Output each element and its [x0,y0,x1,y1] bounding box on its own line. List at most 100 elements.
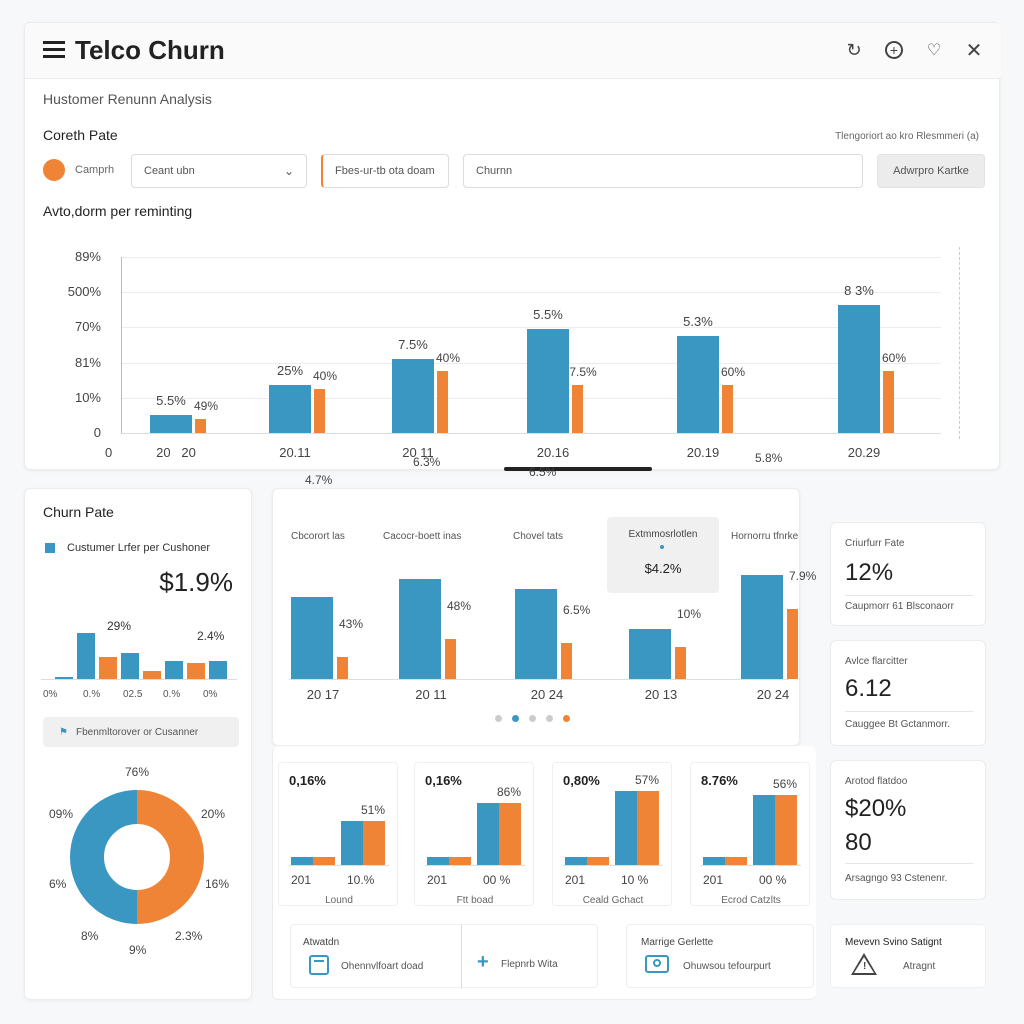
left-bar-orange [99,657,117,679]
bar-value-label: 6.3% [413,455,441,469]
x-tick-label: 20 17 [306,687,340,702]
x-tick-label: 0% [203,689,218,700]
stat-title: Arotod flatdoo [845,776,908,787]
mini-caption: Lound [325,895,353,906]
mini-right-label: 51% [361,803,386,817]
add-icon[interactable]: + [883,39,905,61]
carousel-dot[interactable] [495,715,502,722]
mini-bar-blue [615,791,637,865]
carousel-dot[interactable] [529,715,536,722]
main-bar-orange [195,419,206,433]
middle-bar-chart: 4.7% 43% 20 17 Cbcorort las 6.3% 48% 20 11 Caco… [273,451,816,709]
mini-axis [563,865,663,866]
main-bar-blue [838,305,880,433]
close-icon[interactable]: ✕ [963,39,985,62]
mini-caption: Ftt boad [456,895,494,906]
mini-bar-small-orange [587,857,609,865]
page-subtitle: Hustomer Renunn Analysis [43,91,212,107]
carousel-dot-active[interactable] [512,715,519,722]
mini-bar-blue [341,821,363,865]
stat-value: $20% [845,795,907,822]
chart-right-axis-note [959,247,969,439]
left-bar-blue [121,653,139,679]
y-tick-label: 81% [74,354,101,370]
grid-line [121,292,941,294]
footer-heading: Atwatdn [303,937,340,948]
left-big-value: $1.9% [159,567,233,597]
x-tick-label: 20.11 [279,445,311,460]
bar-value-label: 5.3% [683,314,713,329]
donut-label: 20% [201,807,226,821]
mini-bar-orange [775,795,797,865]
bar-value-label: 25% [276,363,304,378]
carousel-dots[interactable] [495,715,570,722]
footer-label: Ohuwsou tefourpurt [683,961,771,972]
main-bar-blue [392,359,434,433]
donut-label: 8% [81,929,99,943]
mini-bar-small-blue [703,857,725,865]
mini-left-label: 0,16% [289,773,326,788]
mini-right-label: 56% [773,777,798,791]
donut-slice [136,790,204,924]
bar-value-label: 60% [720,365,746,379]
dropdown-value: Ceant ubn [144,165,195,177]
x-tick-label: 20 24 [756,687,790,702]
column-header: Cbcorort las [291,531,345,542]
x-tick-label: 20 24 [530,687,564,702]
mini-bar-blue [477,803,499,865]
apply-button[interactable]: Adwrpro Kartke [877,154,985,188]
main-bar-orange [437,371,448,433]
left-bar-blue [165,661,183,679]
mini-chart-card: 0,16% 86% 201 00 % Ftt boad [414,762,534,906]
scroll-handle[interactable] [504,467,652,471]
left-bar-orange [187,663,205,679]
mid-bar-blue [629,629,671,679]
bar-value-label: 5.8% [755,451,783,465]
category-dropdown[interactable]: Ceant ubn ⌄ [131,154,307,188]
mini-bar-small-blue [291,857,313,865]
stat-value: 12% [845,559,894,586]
mini-left-label: 0,16% [425,773,462,788]
search-input[interactable]: Churnn [463,154,863,188]
footer-heading: Mevevn Svino Satignt [845,937,942,948]
bar-value-label: 49% [193,399,219,413]
left-chip[interactable]: ⚑ Fbenmltorover or Cusanner [43,717,239,747]
legend-label: Camprh [75,164,115,176]
legend-dot [43,159,65,181]
search-input-value: Churnn [476,165,513,177]
mid-bar-orange [787,609,798,679]
carousel-dot-orange[interactable] [563,715,570,722]
y-axis [121,257,122,433]
x-tick-label: 20 11 [415,687,447,702]
heart-icon[interactable]: ♡ [923,39,945,61]
column-header: Chovel tats [513,531,564,542]
left-bar-chart: 0% 0.% 02.5 0.% 0% 29% 2.4% [25,619,253,709]
bar-value-label: 7.9% [789,569,817,583]
chevron-down-icon: ⌄ [283,164,294,178]
carousel-dot[interactable] [546,715,553,722]
footer-action-card[interactable]: Atwatdn Ohennvlfoart doad + Flepnrb Wita [290,924,598,989]
menu-icon[interactable] [43,41,65,59]
stat-divider [845,711,973,712]
y-tick-label: 70% [74,319,101,335]
stat-title: Criurfurr Fate [845,538,905,549]
mini-bar-small-blue [427,857,449,865]
footer-divider [461,925,462,989]
main-bar-blue [677,336,719,433]
mini-bar-blue [753,795,775,865]
header-card: Telco Churn ↻ + ♡ ✕ Hustomer Renunn Anal… [24,22,1001,470]
left-bar-orange [143,671,161,679]
main-bar-blue [527,329,569,433]
bar-value-label: 40% [312,369,338,383]
refresh-icon[interactable]: ↻ [843,39,865,61]
app-title: Telco Churn [75,35,225,65]
bar-value-label: 7.5% [569,365,597,379]
mid-bar-blue [515,589,557,679]
footer-action-card[interactable]: Mevevn Svino Satignt ! Atragnt [830,924,986,988]
mid-bar-orange [337,657,348,679]
footer-action-card[interactable]: Marrige Gerlette Ohuwsou tefourpurt [626,924,814,988]
document-icon [309,955,329,975]
mini-axis-left: 201 [703,873,724,887]
filter-field[interactable]: Fbes-ur-tb ota doam [321,154,449,188]
bar-value-label: 5.5% [533,307,563,322]
